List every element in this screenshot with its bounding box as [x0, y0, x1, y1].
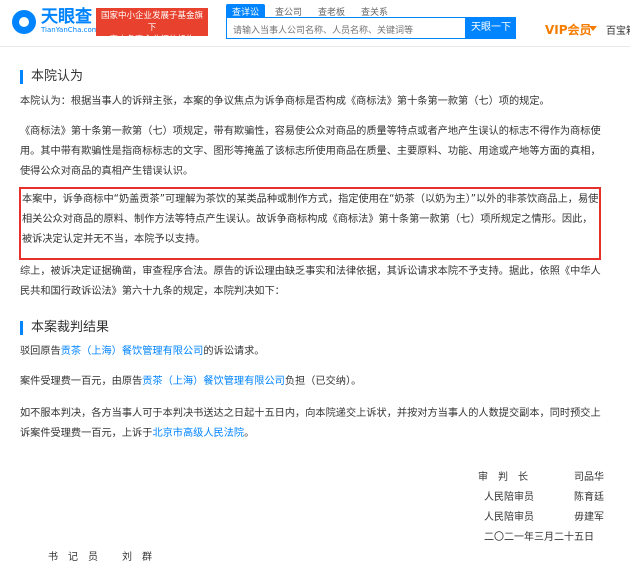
- juror-1-name: 陈育廷: [574, 492, 604, 503]
- promo-line-1: 国家中小企业发展子基金旗下: [100, 11, 203, 33]
- red-highlight-box: [19, 187, 601, 260]
- top-navigation-bar: 天眼查 TianYanCha.com 国家中小企业发展子基金旗下 官方备案企业征…: [0, 0, 630, 47]
- plaintiff-company-link[interactable]: 贡茶（上海）餐饮管理有限公司: [61, 346, 204, 357]
- presiding-judge-name: 司品华: [574, 472, 604, 483]
- vip-member-link[interactable]: VIP会员: [545, 21, 592, 38]
- juror-2-title: 人民陪审员: [484, 512, 534, 523]
- juror-1-title: 人民陪审员: [484, 492, 534, 503]
- search-input[interactable]: [227, 21, 465, 41]
- presiding-judge-title: 审 判 长: [478, 472, 528, 483]
- search-button[interactable]: 天眼一下: [466, 17, 516, 39]
- logo-text: 天眼查: [41, 7, 92, 27]
- verdict-paragraph-1: 驳回原告贡茶（上海）餐饮管理有限公司的诉讼请求。: [20, 346, 265, 357]
- eye-logo-icon: [12, 9, 36, 34]
- appeal-court-link[interactable]: 北京市高级人民法院: [152, 428, 244, 439]
- plaintiff-company-link-2[interactable]: 贡茶（上海）餐饮管理有限公司: [142, 376, 285, 387]
- promo-line-2: 官方备案企业征信机构: [109, 35, 195, 45]
- opinion-paragraph-1: 本院认为：根据当事人的诉辩主张，本案的争议焦点为诉争商标是否构成《商标法》第十条…: [20, 96, 550, 107]
- court-opinion-heading: 本院认为: [20, 70, 83, 84]
- opinion-paragraph-4: 综上，被诉决定证据确凿，审查程序合法。原告的诉讼理由缺乏事实和法律依据，其诉讼请…: [20, 266, 601, 297]
- opinion-paragraph-2: 《商标法》第十条第一款第（七）项规定，带有欺骗性，容易使公众对商品的质量等特点或…: [20, 126, 601, 177]
- tianyancha-logo[interactable]: 天眼查 TianYanCha.com: [12, 8, 99, 35]
- toolbox-link[interactable]: 百宝箱: [606, 22, 630, 37]
- verdict-paragraph-3: 如不服本判决，各方当事人可于本判决书送达之日起十五日内，向本院递交上诉状，并按对…: [20, 408, 601, 439]
- logo-domain: TianYanCha.com: [41, 26, 99, 34]
- clerk-name: 刘 群: [122, 552, 152, 563]
- judgment-date: 二〇二一年三月二十五日: [484, 532, 594, 543]
- verdict-heading: 本案裁判结果: [20, 321, 109, 335]
- promo-banner[interactable]: 国家中小企业发展子基金旗下 官方备案企业征信机构: [96, 8, 208, 45]
- chevron-down-icon[interactable]: [589, 26, 597, 31]
- search-box: [226, 17, 466, 41]
- juror-2-name: 毋建军: [574, 512, 604, 523]
- verdict-paragraph-2: 案件受理费一百元，由原告贡茶（上海）餐饮管理有限公司负担（已交纳）。: [20, 376, 362, 387]
- clerk-title: 书 记 员: [48, 552, 98, 563]
